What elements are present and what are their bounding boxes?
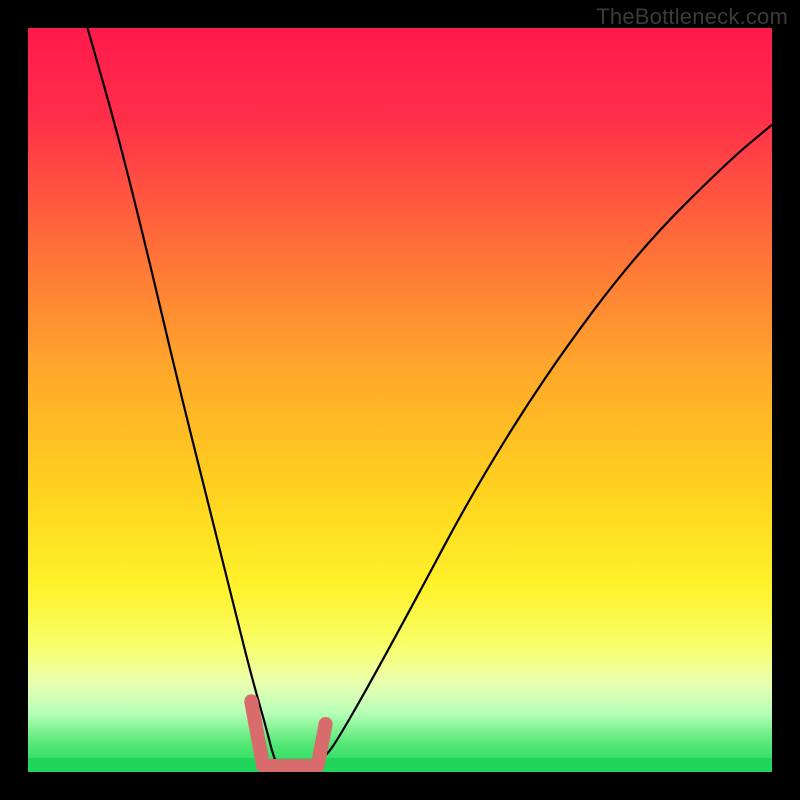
curve-layer [28, 28, 772, 772]
chart-frame: TheBottleneck.com [0, 0, 800, 800]
plot-area [28, 28, 772, 772]
bottleneck-curve [88, 28, 772, 772]
watermark-text: TheBottleneck.com [596, 4, 788, 30]
